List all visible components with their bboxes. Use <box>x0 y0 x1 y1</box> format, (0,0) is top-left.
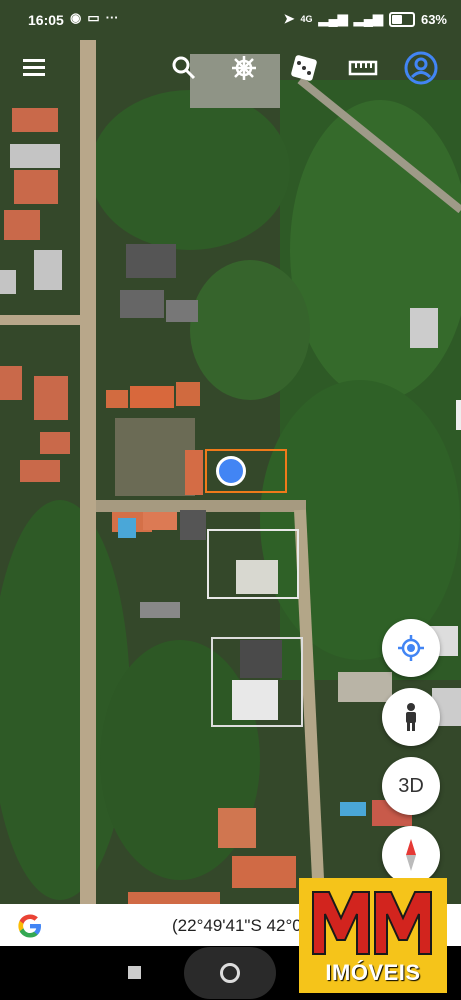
compass-button[interactable] <box>382 826 440 884</box>
battery-percent: 63% <box>420 11 447 27</box>
my-location-icon <box>398 635 424 661</box>
3d-label: 3D <box>398 774 424 797</box>
street-view-button[interactable] <box>382 688 440 746</box>
status-time: 16:05 <box>28 12 64 28</box>
location-marker[interactable] <box>216 456 246 486</box>
whatsapp-icon: ◉ <box>70 10 82 25</box>
dice-icon <box>291 55 317 81</box>
random-button[interactable] <box>286 50 322 86</box>
ruler-icon <box>348 60 378 76</box>
signal-icon-2: ▂▄▆ <box>353 11 383 26</box>
battery-icon <box>388 11 415 27</box>
home-icon <box>220 963 240 983</box>
logo-brand-text: IMÓVEIS <box>325 960 421 985</box>
my-location-button[interactable] <box>382 619 440 677</box>
pegman-icon <box>406 703 416 731</box>
ship-wheel-icon <box>232 56 256 80</box>
status-right: ➤ 4G ▂▄▆ ▂▄▆ 63% <box>284 11 447 27</box>
search-button[interactable] <box>166 50 202 86</box>
search-icon <box>172 56 196 80</box>
app-notification-icon: ▭ <box>87 10 100 25</box>
home-pill[interactable] <box>184 947 276 999</box>
compass-icon <box>406 839 416 871</box>
voyager-button[interactable] <box>226 50 262 86</box>
battery-fill <box>391 14 402 24</box>
network-type: 4G <box>300 14 313 24</box>
status-bar: 16:05 ◉ ▭ ··· ➤ 4G ▂▄▆ ▂▄▆ 63% <box>0 0 461 40</box>
menu-icon <box>23 59 45 76</box>
location-arrow-icon: ➤ <box>283 11 295 26</box>
more-notifications-icon: ··· <box>105 10 119 25</box>
mm-logo-mark <box>312 891 432 955</box>
recents-icon[interactable] <box>128 966 141 979</box>
signal-icon: ▂▄▆ <box>318 11 348 26</box>
measure-button[interactable] <box>345 50 381 86</box>
notification-icons: ◉ ▭ ··· <box>70 10 119 26</box>
google-logo-icon <box>18 914 41 938</box>
coordinates-text: (22°49'41"S 42°0 <box>172 916 302 935</box>
mm-imoveis-logo: IMÓVEIS <box>299 878 447 993</box>
3d-toggle-button[interactable]: 3D <box>382 757 440 815</box>
menu-button[interactable] <box>16 50 52 86</box>
account-button[interactable] <box>403 50 439 86</box>
account-icon <box>404 51 438 85</box>
